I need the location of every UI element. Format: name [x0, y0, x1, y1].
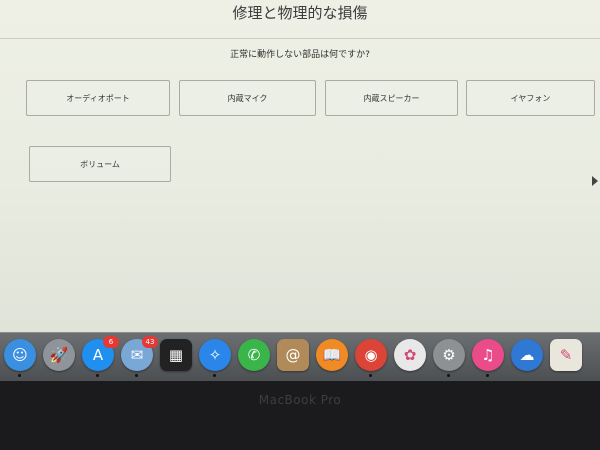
contacts-icon[interactable]: @	[277, 339, 309, 371]
option-audio-port[interactable]: オーディオポート	[26, 80, 170, 116]
browser-content: 修理と物理的な損傷 正常に動作しない部品は何ですか? オーディオポート 内蔵マイ…	[0, 0, 600, 332]
dock-glyph: ⚙	[442, 346, 456, 364]
option-earphones[interactable]: イヤフォン	[466, 80, 595, 116]
running-indicator	[135, 374, 138, 377]
photo-booth-icon[interactable]: ▦	[160, 339, 192, 371]
facetime-icon[interactable]: ✆	[238, 339, 270, 371]
option-label: イヤフォン	[510, 93, 551, 103]
photos-icon[interactable]: ✿	[394, 339, 426, 371]
chrome-icon[interactable]: ◉	[355, 339, 387, 377]
running-indicator	[213, 374, 216, 377]
safari-icon[interactable]: ✧	[199, 339, 231, 377]
onedrive-icon[interactable]: ☁	[511, 339, 543, 371]
option-internal-mic[interactable]: 内蔵マイク	[179, 80, 316, 116]
mail-icon[interactable]: ✉ 43	[121, 336, 158, 377]
running-indicator	[369, 374, 372, 377]
running-indicator	[18, 374, 21, 377]
launchpad-icon[interactable]: 🚀	[43, 339, 75, 371]
page-header: 修理と物理的な損傷	[0, 0, 600, 39]
running-indicator	[447, 374, 450, 377]
notification-badge: 6	[103, 336, 119, 348]
system-preferences-icon[interactable]: ⚙	[433, 339, 465, 377]
dock-glyph: A	[92, 346, 104, 364]
dock-glyph: @	[285, 346, 301, 364]
running-indicator	[486, 374, 489, 377]
itunes-icon[interactable]: ♫	[472, 339, 504, 377]
textedit-icon[interactable]: ✎	[550, 339, 582, 371]
dock-glyph: ✿	[403, 346, 417, 364]
option-label: 内蔵スピーカー	[363, 93, 420, 103]
dock-glyph: ✆	[247, 346, 261, 364]
app-store-icon[interactable]: A6	[82, 336, 119, 377]
option-internal-speaker[interactable]: 内蔵スピーカー	[325, 80, 458, 116]
option-label: ボリューム	[80, 159, 120, 169]
bezel-label: MacBook Pro	[258, 393, 342, 407]
dock-glyph: 🚀	[49, 346, 69, 364]
dock-glyph: ✎	[559, 346, 573, 364]
option-label: オーディオポート	[66, 93, 130, 103]
option-label: 内蔵マイク	[227, 93, 268, 103]
notification-badge: 43	[142, 336, 158, 348]
question-text: 正常に動作しない部品は何ですか?	[230, 50, 370, 60]
mouse-cursor	[592, 176, 598, 186]
dock-glyph: ◉	[364, 346, 378, 364]
dock-glyph: ✧	[208, 346, 222, 364]
finder-icon[interactable]: ☺	[4, 339, 36, 377]
running-indicator	[96, 374, 99, 377]
dock-glyph: ☁	[519, 346, 535, 364]
ibooks-icon[interactable]: 📖	[316, 339, 348, 371]
dock-glyph: ♫	[481, 346, 495, 364]
dock-glyph: ✉	[130, 346, 144, 364]
dock-glyph: ▦	[168, 346, 184, 364]
page-title: 修理と物理的な損傷	[232, 4, 368, 22]
dock-glyph: ☺	[12, 346, 28, 364]
dock-glyph: 📖	[322, 346, 342, 364]
dock: ☺ 🚀 A 6 ✉ 43 ▦ ✧ ✆ @ 📖 ◉ ✿ ⚙ ♫ ☁ ✎	[0, 332, 600, 381]
option-volume[interactable]: ボリューム	[29, 146, 171, 182]
